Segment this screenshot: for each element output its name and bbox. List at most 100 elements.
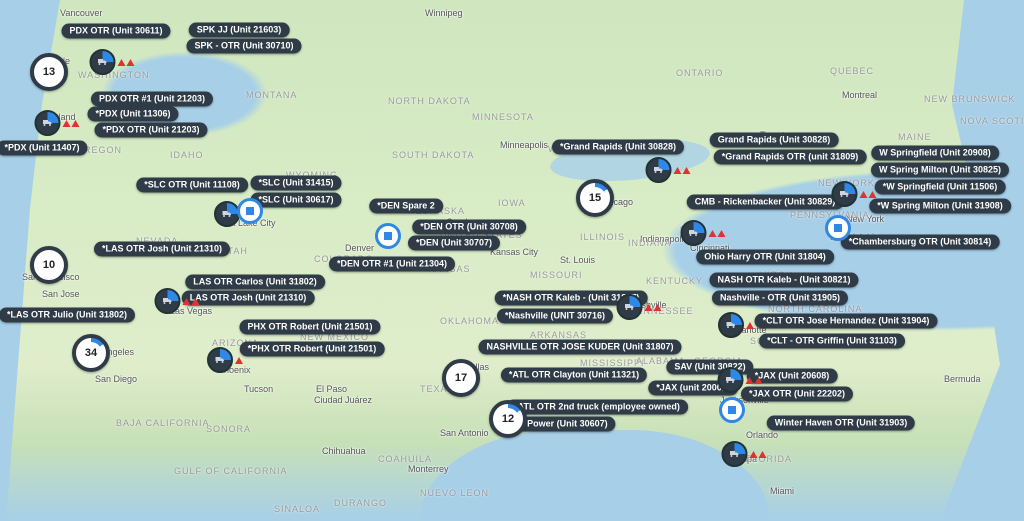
unit-pill-pdx-11407[interactable]: *PDX (Unit 11407): [0, 141, 88, 156]
unit-pill-las-otr-josh-21310[interactable]: *LAS OTR Josh (Unit 21310): [94, 242, 230, 257]
unit-pill-pdx-otr-21203[interactable]: *PDX OTR (Unit 21203): [94, 123, 207, 138]
unit-pill-las-otr-carlos-31802[interactable]: LAS OTR Carlos (Unit 31802): [185, 275, 325, 290]
unit-pill-nash-otr-kaleb-30821[interactable]: NASH OTR Kaleb - (Unit 30821): [709, 273, 858, 288]
unit-pill-spk-jj-21603[interactable]: SPK JJ (Unit 21603): [189, 23, 290, 38]
map-city-label: San Antonio: [440, 428, 489, 438]
alert-icon: [746, 322, 754, 329]
unit-pill-ohio-harry-otr-31804[interactable]: Ohio Harry OTR (Unit 31804): [696, 250, 834, 265]
unit-pill-label: *W Springfield (Unit 11506): [883, 183, 998, 192]
unit-pill-nashville-30716[interactable]: *Nashville (UNIT 30716): [497, 309, 613, 324]
unit-pill-label: *ATL OTR 2nd truck (employee owned): [514, 403, 680, 412]
stop-marker-bs-den[interactable]: [375, 223, 401, 249]
map-region-label: QUEBEC: [830, 66, 874, 76]
unit-pill-pdx-otr-30611[interactable]: PDX OTR (Unit 30611): [61, 24, 170, 39]
vehicle-marker-m-clt[interactable]: [718, 312, 754, 338]
unit-pill-las-otr-josh-b-21310[interactable]: LAS OTR Josh (Unit 21310): [182, 291, 315, 306]
unit-pill-den-otr1-21304[interactable]: *DEN OTR #1 (Unit 21304): [329, 257, 455, 272]
unit-pill-cmb-rickenbacker-30829[interactable]: CMB - Rickenbacker (Unit 30829): [687, 195, 844, 210]
map-city-label: Ciudad Juárez: [314, 395, 372, 405]
vehicle-marker-m-spokane[interactable]: [90, 49, 135, 75]
unit-pill-w-springfield-11506[interactable]: *W Springfield (Unit 11506): [875, 180, 1006, 195]
unit-pill-pdx-otr1-21203[interactable]: PDX OTR #1 (Unit 21203): [91, 92, 213, 107]
cluster-marker-cluster-dallas[interactable]: 17: [442, 359, 480, 397]
unit-pill-las-otr-julio-31802[interactable]: *LAS OTR Julio (Unit 31802): [0, 308, 135, 323]
unit-pill-label: *SLC OTR (Unit 11108): [144, 181, 240, 190]
unit-pill-nashville-otr-31905[interactable]: Nashville - OTR (Unit 31905): [712, 291, 848, 306]
cluster-marker-cluster-seattle[interactable]: 13: [30, 53, 68, 91]
map-region-label: BAJA CALIFORNIA: [116, 418, 210, 428]
alert-icon: [750, 451, 758, 458]
cluster-marker-cluster-houston[interactable]: 12: [489, 400, 527, 438]
vehicle-marker-m-las[interactable]: [155, 288, 200, 314]
alert-flags: [183, 298, 200, 305]
cluster-marker-cluster-chicago[interactable]: 15: [576, 179, 614, 217]
map-city-label: Montreal: [842, 90, 877, 100]
alert-icon: [755, 377, 763, 384]
unit-pill-atl-otr-clayton-11321[interactable]: *ATL OTR Clayton (Unit 11321): [501, 368, 647, 383]
cluster-marker-cluster-la[interactable]: 34: [72, 334, 110, 372]
unit-pill-pdx-11306[interactable]: *PDX (Unit 11306): [87, 107, 178, 122]
truck-icon: [718, 312, 744, 338]
unit-pill-nashville-otr-jose-31807[interactable]: NASHVILLE OTR JOSE KUDER (Unit 31807): [478, 340, 681, 355]
unit-pill-w-spring-milton-30825[interactable]: W Spring Milton (Unit 30825): [871, 163, 1009, 178]
truck-icon: [155, 288, 181, 314]
unit-pill-den-30707[interactable]: *DEN (Unit 30707): [408, 236, 500, 251]
vehicle-marker-m-nashville[interactable]: [617, 294, 662, 320]
alert-flags: [750, 451, 767, 458]
unit-pill-grand-rapids-b[interactable]: Grand Rapids (Unit 30828): [710, 133, 839, 148]
map-region-label: INDIANA: [628, 238, 672, 248]
map-region-label: MINNESOTA: [472, 112, 534, 122]
vehicle-marker-m-springfield[interactable]: [832, 181, 877, 207]
unit-pill-slc-30617[interactable]: *SLC (Unit 30617): [250, 193, 341, 208]
vehicle-marker-m-sav[interactable]: [718, 367, 763, 393]
stop-marker-bs-jax[interactable]: [719, 397, 745, 423]
map-city-label: Miami: [770, 486, 794, 496]
truck-icon: [617, 294, 643, 320]
unit-pill-label: *PDX (Unit 11306): [95, 110, 170, 119]
map-viewport[interactable]: VancouverSeattlePortlandWinnipegMinneapo…: [0, 0, 1024, 521]
cluster-marker-cluster-sf[interactable]: 10: [30, 246, 68, 284]
unit-pill-clt-otr-griffin-31103[interactable]: *CLT - OTR Griffin (Unit 31103): [759, 334, 905, 349]
vehicle-marker-m-tampa[interactable]: [722, 441, 767, 467]
vehicle-marker-m-columbus[interactable]: [681, 220, 726, 246]
unit-pill-grand-rapids-otr-31809[interactable]: *Grand Rapids OTR (unit 31809): [714, 150, 867, 165]
unit-pill-chambersburg-otr-30814[interactable]: *Chambersburg OTR (Unit 30814): [841, 235, 1000, 250]
truck-icon: [832, 181, 858, 207]
unit-pill-den-otr-30708[interactable]: *DEN OTR (Unit 30708): [412, 220, 526, 235]
map-region-label: MONTANA: [246, 90, 297, 100]
unit-pill-phx-otr-robert-b-21501[interactable]: *PHX OTR Robert (Unit 21501): [240, 342, 385, 357]
map-region-label: DURANGO: [334, 498, 387, 508]
unit-pill-phx-otr-robert-21501[interactable]: PHX OTR Robert (Unit 21501): [239, 320, 380, 335]
unit-pill-winter-haven-otr-31903[interactable]: Winter Haven OTR (Unit 31903): [767, 416, 915, 431]
cluster-count: 15: [584, 187, 606, 209]
stop-marker-bs-philly[interactable]: [825, 215, 851, 241]
map-region-label: ARKANSAS: [530, 330, 587, 340]
unit-pill-label: *SLC (Unit 30617): [258, 196, 333, 205]
unit-pill-den-spare2[interactable]: *DEN Spare 2: [369, 199, 443, 214]
vehicle-marker-m-phx[interactable]: [207, 347, 243, 373]
unit-pill-label: *JAX (Unit 20608): [755, 372, 830, 381]
unit-pill-label: *Chambersburg OTR (Unit 30814): [849, 238, 992, 247]
unit-pill-label: *PDX OTR (Unit 21203): [102, 126, 199, 135]
map-city-label: San Diego: [95, 374, 137, 384]
vehicle-marker-m-portland[interactable]: [35, 110, 80, 136]
unit-pill-spk-otr-30710[interactable]: SPK - OTR (Unit 30710): [186, 39, 301, 54]
unit-pill-w-spring-milton-31908[interactable]: *W Spring Milton (Unit 31908): [869, 199, 1011, 214]
vehicle-marker-m-grandrapids[interactable]: [646, 157, 691, 183]
unit-pill-slc-otr-11108[interactable]: *SLC OTR (Unit 11108): [136, 178, 248, 193]
stop-marker-bs-slc[interactable]: [237, 198, 263, 224]
unit-pill-grand-rapids-a[interactable]: *Grand Rapids (Unit 30828): [552, 140, 684, 155]
map-city-label: Orlando: [746, 430, 778, 440]
unit-pill-label: Nashville - OTR (Unit 31905): [720, 294, 840, 303]
alert-flags: [860, 191, 877, 198]
unit-pill-label: *Grand Rapids (Unit 30828): [560, 143, 676, 152]
unit-pill-clt-otr-jose-31904[interactable]: *CLT OTR Jose Hernandez (Unit 31904): [755, 314, 938, 329]
map-city-label: New York: [846, 214, 884, 224]
unit-pill-w-springfield-20908[interactable]: W Springfield (Unit 20908): [871, 146, 999, 161]
unit-pill-atl-otr-2nd[interactable]: *ATL OTR 2nd truck (employee owned): [506, 400, 688, 415]
map-region-label: IDAHO: [170, 150, 204, 160]
unit-pill-unit-31415[interactable]: *SLC (Unit 31415): [250, 176, 341, 191]
cluster-count: 17: [455, 372, 467, 384]
unit-pill-label: *W Spring Milton (Unit 31908): [877, 202, 1003, 211]
cluster-count: 34: [80, 342, 102, 364]
